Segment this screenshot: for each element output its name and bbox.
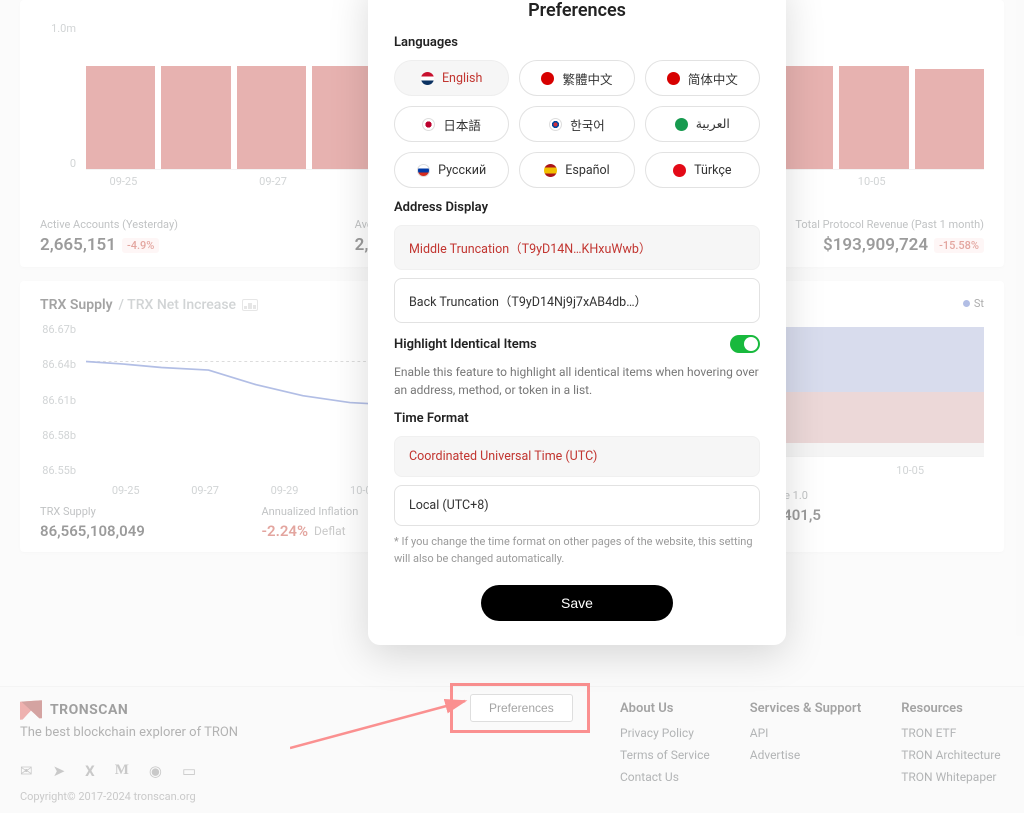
highlight-toggle[interactable] [730,335,760,353]
flag-icon [544,164,557,177]
preferences-modal: Preferences ✕ Languages English 繁體中文 简体中… [368,0,786,645]
flag-icon [549,118,562,131]
address-display-heading: Address Display [394,200,760,215]
lang-option-ar[interactable]: العربية [645,106,760,142]
lang-option-tr[interactable]: Türkçe [645,152,760,188]
time-format-heading: Time Format [394,411,760,426]
save-button[interactable]: Save [481,585,673,621]
flag-icon [675,118,688,131]
flag-icon [541,72,554,85]
flag-icon [421,72,434,85]
address-option-back[interactable]: Back Truncation（T9yD14Nj9j7xAB4db…） [394,278,760,323]
lang-option-zh-cn[interactable]: 简体中文 [645,60,760,96]
close-icon[interactable]: ✕ [751,0,766,4]
lang-option-ko[interactable]: 한국어 [519,106,634,142]
flag-icon [422,118,435,131]
lang-option-english[interactable]: English [394,60,509,96]
flag-icon [673,164,686,177]
time-option-local[interactable]: Local (UTC+8) [394,485,760,526]
lang-option-ja[interactable]: 日本語 [394,106,509,142]
time-footnote: * If you change the time format on other… [394,534,760,567]
flag-icon [667,72,680,85]
highlight-heading-row: Highlight Identical Items [394,335,760,353]
modal-title: Preferences ✕ [394,0,760,21]
flag-icon [417,164,430,177]
languages-heading: Languages [394,35,760,50]
address-option-middle[interactable]: Middle Truncation（T9yD14N…KHxuWwb） [394,225,760,270]
language-grid: English 繁體中文 简体中文 日本語 한국어 العربية Русски… [394,60,760,188]
highlight-help: Enable this feature to highlight all ide… [394,363,760,399]
lang-option-es[interactable]: Español [519,152,634,188]
lang-option-zh-tw[interactable]: 繁體中文 [519,60,634,96]
time-option-utc[interactable]: Coordinated Universal Time (UTC) [394,436,760,477]
lang-option-ru[interactable]: Русский [394,152,509,188]
